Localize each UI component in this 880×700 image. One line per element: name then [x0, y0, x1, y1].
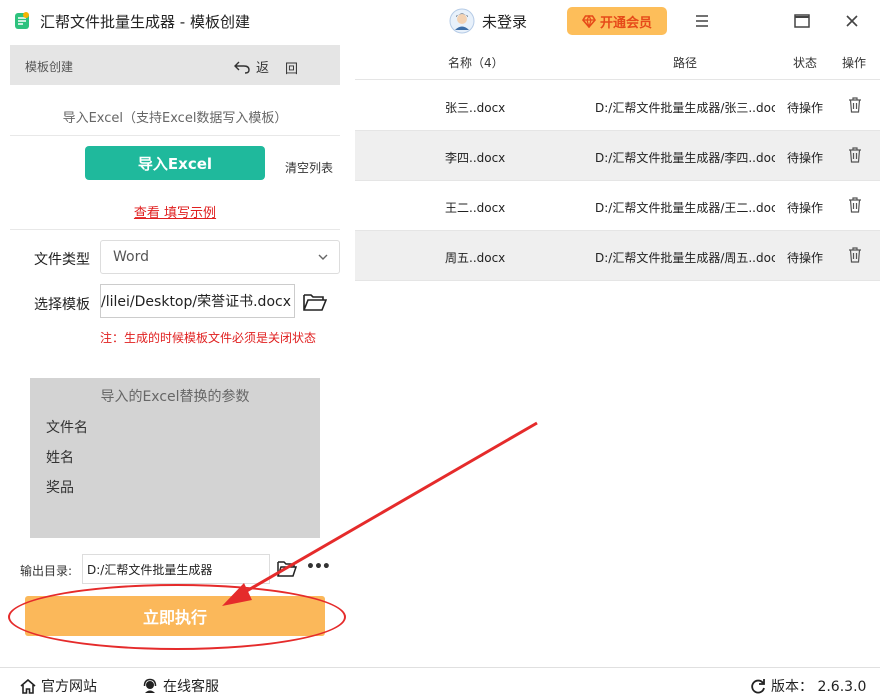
row-name: 李四..docx [445, 151, 506, 165]
app-window: 汇帮文件批量生成器 - 模板创建 未登录 开通会员 模板创建 返 回 导入Exc… [0, 0, 880, 700]
official-website-link[interactable]: 官方网站 [20, 676, 97, 696]
template-path-value: /lilei/Desktop/荣誉证书.docx [101, 294, 291, 310]
refresh-icon [751, 679, 765, 694]
menu-icon[interactable] [693, 12, 711, 30]
col-status-header: 状态 [793, 56, 818, 70]
highlight-ellipse [8, 584, 346, 650]
row-name: 周五..docx [445, 251, 506, 265]
table-row[interactable]: 王二..docx D:/汇帮文件批量生成器/王二..docx 待操作 [355, 181, 880, 231]
undo-arrow-icon [234, 61, 250, 74]
param-item: 奖品 [46, 480, 74, 496]
trash-icon[interactable] [848, 147, 862, 163]
template-panel: 模板创建 返 回 导入Excel（支持Excel数据写入模板） 导入Excel … [8, 45, 346, 657]
table-row[interactable]: 周五..docx D:/汇帮文件批量生成器/周五..docx 待操作 [355, 231, 880, 281]
template-label: 选择模板 [34, 297, 90, 313]
params-title: 导入的Excel替换的参数 [100, 389, 250, 405]
import-excel-button[interactable]: 导入Excel [85, 146, 265, 180]
row-status: 待操作 [787, 151, 824, 165]
app-logo-icon [15, 12, 29, 29]
vip-button[interactable]: 开通会员 [567, 7, 667, 35]
version-label: 版本： 2.6.3.0 [771, 679, 867, 695]
back-label: 返 [256, 61, 270, 76]
row-path: D:/汇帮文件批量生成器/李四..docx [595, 151, 775, 165]
maximize-icon[interactable] [793, 12, 811, 30]
col-name-header: 名称（4） [448, 56, 504, 70]
table-header: 名称（4） 路径 状态 操作 [355, 42, 880, 80]
diamond-icon [581, 14, 596, 28]
output-dir-value: D:/汇帮文件批量生成器 [87, 562, 213, 577]
warning-note: 注：生成的时候模板文件必须是关闭状态 [100, 331, 317, 345]
param-item: 姓名 [46, 450, 74, 466]
version-info[interactable]: 版本： 2.6.3.0 [750, 676, 866, 696]
website-label: 官方网站 [41, 679, 97, 695]
import-hint: 导入Excel（支持Excel数据写入模板） [62, 111, 288, 126]
trash-icon[interactable] [848, 97, 862, 113]
divider [10, 229, 340, 230]
headset-icon [143, 678, 157, 693]
back-button[interactable]: 返 [234, 57, 269, 76]
support-label: 在线客服 [163, 679, 219, 695]
template-path-input[interactable]: /lilei/Desktop/荣誉证书.docx [100, 284, 295, 318]
file-type-label: 文件类型 [34, 252, 90, 268]
window-title: 汇帮文件批量生成器 - 模板创建 [40, 13, 250, 31]
row-name: 张三..docx [445, 101, 506, 115]
table-row[interactable]: 李四..docx D:/汇帮文件批量生成器/李四..docx 待操作 [355, 131, 880, 181]
row-status: 待操作 [787, 251, 824, 265]
row-path: D:/汇帮文件批量生成器/周五..docx [595, 251, 775, 265]
view-example-link[interactable]: 查看 填写示例 [10, 202, 340, 221]
back-label-2[interactable]: 回 [285, 58, 298, 77]
file-type-select[interactable]: Word [100, 240, 340, 274]
table-row[interactable]: 张三..docx D:/汇帮文件批量生成器/张三..docx 待操作 [355, 81, 880, 131]
panel-header: 模板创建 返 回 [10, 45, 340, 85]
row-path: D:/汇帮文件批量生成器/张三..docx [595, 101, 775, 115]
row-status: 待操作 [787, 201, 824, 215]
online-support-link[interactable]: 在线客服 [142, 676, 219, 696]
home-icon [20, 678, 36, 694]
folder-open-icon[interactable] [303, 292, 327, 312]
divider [10, 135, 340, 136]
params-box: 导入的Excel替换的参数 文件名 姓名 奖品 [30, 378, 320, 538]
trash-icon[interactable] [848, 197, 862, 213]
login-status[interactable]: 未登录 [482, 11, 527, 32]
output-folder-icon[interactable] [277, 560, 297, 578]
chevron-down-icon [318, 254, 328, 260]
clear-list-button[interactable]: 清空列表 [285, 159, 333, 176]
col-path-header: 路径 [673, 56, 698, 70]
close-icon[interactable] [843, 12, 861, 30]
user-avatar-icon[interactable] [449, 8, 475, 34]
row-status: 待操作 [787, 101, 824, 115]
row-name: 王二..docx [445, 201, 506, 215]
param-item: 文件名 [46, 420, 88, 436]
more-options-button[interactable]: ••• [306, 559, 331, 575]
trash-icon[interactable] [848, 247, 862, 263]
vip-label: 开通会员 [599, 15, 652, 31]
file-type-value: Word [113, 249, 149, 265]
row-path: D:/汇帮文件批量生成器/王二..docx [595, 201, 775, 215]
file-table: 名称（4） 路径 状态 操作 张三..docx D:/汇帮文件批量生成器/张三.… [355, 42, 880, 667]
output-dir-label: 输出目录: [20, 564, 73, 578]
panel-title: 模板创建 [25, 60, 74, 74]
title-bar: 汇帮文件批量生成器 - 模板创建 未登录 开通会员 [0, 0, 880, 42]
status-bar: 官方网站 在线客服 版本： 2.6.3.0 [0, 667, 880, 700]
col-action-header: 操作 [842, 56, 867, 70]
output-dir-input[interactable]: D:/汇帮文件批量生成器 [82, 554, 270, 584]
